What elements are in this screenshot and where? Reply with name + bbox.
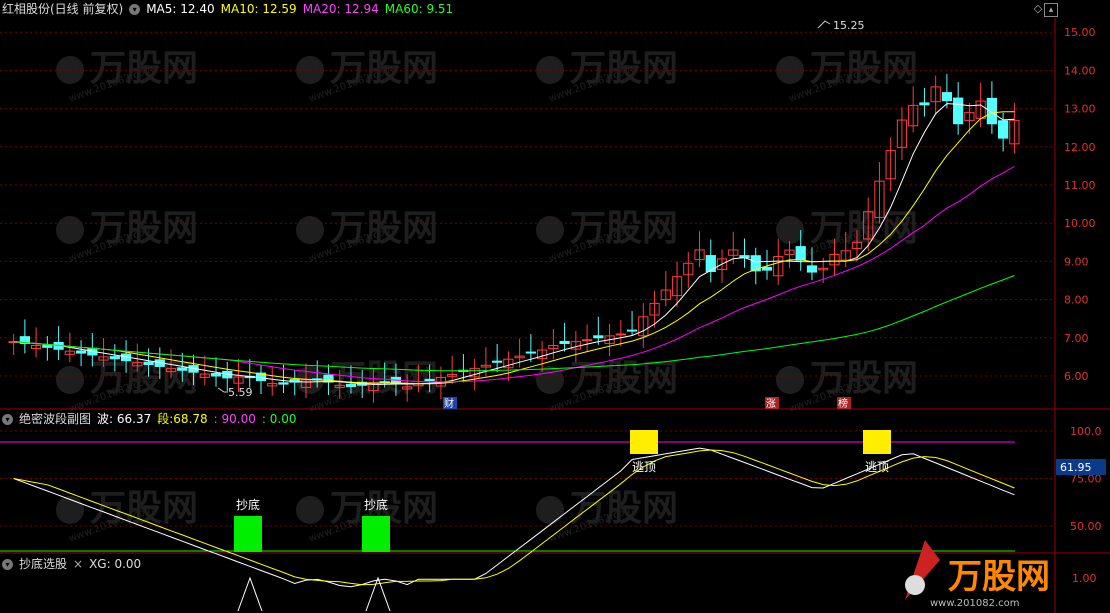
low-pointer	[217, 387, 228, 393]
watermark-logo-icon	[536, 216, 564, 244]
watermark-logo-icon	[776, 366, 804, 394]
price-axis-tick: 7.00	[1064, 332, 1089, 345]
sell-signal-label: 逃顶	[865, 460, 889, 474]
watermark-logo-icon	[56, 496, 84, 524]
price-axis-tick: 11.00	[1064, 179, 1096, 192]
price-axis-tick: 10.00	[1064, 217, 1096, 230]
candle-body	[795, 246, 806, 261]
candle-body	[761, 266, 773, 271]
candle-body	[919, 102, 930, 106]
candle-body	[42, 344, 53, 348]
chart-canvas[interactable]: 万股网www.201082.com 万股网www.201082.com 万股网www…	[0, 0, 1110, 613]
ma60-legend: MA60: 9.51	[384, 2, 454, 16]
price-axis-tick: 6.00	[1064, 370, 1089, 383]
candle-body	[345, 383, 357, 388]
high-price-label: 15.25	[833, 19, 865, 32]
watermark-logo-icon	[56, 216, 84, 244]
ma20-line	[13, 166, 1015, 383]
candle-body	[626, 329, 638, 332]
wave-legend: 波: 66.37	[97, 412, 152, 426]
ma60-line	[13, 275, 1015, 372]
brand-mascot-icon	[905, 575, 925, 595]
osc-axis-tick: 50.00	[1070, 520, 1102, 533]
watermark-layer: 万股网www.201082.com 万股网www.201082.com 万股网www…	[56, 48, 918, 545]
ma10-legend: MA10: 12.59	[220, 2, 297, 16]
candle-body	[615, 333, 626, 336]
sub2-header: ▾ 抄底选股 × XG: 0.00	[0, 555, 141, 573]
buy-signal-label: 抄底	[364, 497, 388, 512]
sub1-header: ▾ 绝密波段副图 波: 66.37 段:68.78 : 90.00 : 0.00	[0, 410, 296, 428]
current-value-label: 61.95	[1060, 461, 1092, 474]
candle-body	[593, 335, 604, 339]
xg-legend: XG: 0.00	[89, 557, 142, 571]
candle-body	[177, 367, 188, 371]
price-axis-tick: 9.00	[1064, 255, 1089, 268]
candle-body	[210, 373, 222, 377]
candle-body	[581, 339, 593, 342]
bottom-level-legend: : 0.00	[261, 412, 297, 426]
candle-body	[109, 356, 120, 360]
price-axis-tick: 12.00	[1064, 141, 1096, 154]
watermark-logo-icon	[536, 496, 564, 524]
sub1-settings-icon[interactable]: ▾	[2, 413, 13, 425]
ma20-legend: MA20: 12.94	[302, 2, 379, 16]
event-marker-label: 榜	[838, 397, 848, 410]
candle-body	[525, 351, 536, 354]
price-axis-tick: 14.00	[1064, 64, 1096, 77]
candle-body	[492, 360, 503, 363]
candle-body	[143, 361, 154, 366]
watermark-logo-icon	[296, 216, 324, 244]
candle-body	[705, 255, 716, 273]
event-marker-label: 财	[444, 397, 454, 410]
high-pointer	[817, 20, 831, 29]
band-legend: 段:68.78	[157, 412, 208, 426]
sub2-settings-icon[interactable]: ▾	[2, 558, 13, 570]
sub1-title[interactable]: 绝密波段副图	[19, 410, 91, 428]
diamond-icon[interactable]: ◇	[1032, 3, 1044, 15]
watermark-logo-icon	[56, 366, 84, 394]
candle-body	[559, 340, 570, 345]
price-axis-tick: 15.00	[1064, 26, 1096, 39]
event-marker-label: 涨	[766, 398, 776, 410]
close-icon[interactable]: ×	[73, 555, 83, 573]
candle-body	[806, 265, 818, 273]
buy-signal-bar	[362, 516, 390, 552]
candle-body	[986, 97, 998, 125]
xg-axis-tick: 1.00	[1072, 572, 1097, 585]
low-price-label: 5.59	[228, 386, 253, 399]
candle-body	[998, 120, 1009, 139]
sell-signal-bar	[630, 430, 658, 454]
buy-signal-bar	[234, 516, 262, 552]
settings-dropdown-icon[interactable]: ▾	[129, 3, 141, 15]
brand-logo-text: 万股网	[948, 557, 1050, 597]
candle-body	[941, 92, 953, 102]
ma5-legend: MA5: 12.40	[146, 2, 215, 16]
watermark-logo-icon	[536, 366, 564, 394]
candle-body	[75, 350, 87, 354]
osc-axis-tick: 100.0	[1070, 425, 1102, 438]
xg-signal-spike	[237, 576, 263, 612]
main-chart-header: 红相股份(日线 前复权) ▾ MA5: 12.40 MA10: 12.59 MA…	[0, 0, 453, 18]
sell-signal-label: 逃顶	[632, 460, 656, 474]
buy-signal-label: 抄底	[236, 497, 260, 512]
top-level-legend: : 90.00	[213, 412, 256, 426]
stock-title[interactable]: 红相股份(日线 前复权)	[2, 0, 123, 18]
candle-body	[953, 97, 964, 125]
sell-signal-bar	[863, 430, 891, 454]
watermark-logo-icon	[776, 216, 804, 244]
price-axis-tick: 13.00	[1064, 103, 1096, 116]
candle-body	[424, 378, 435, 382]
candle-body	[278, 382, 289, 385]
scroll-up-icon[interactable]: ▴	[1044, 3, 1058, 17]
watermark-logo-icon	[296, 496, 324, 524]
sub2-title[interactable]: 抄底选股	[19, 555, 67, 573]
price-axis-tick: 8.00	[1064, 294, 1089, 307]
brand-url-text: www.201082.com	[930, 598, 1020, 609]
